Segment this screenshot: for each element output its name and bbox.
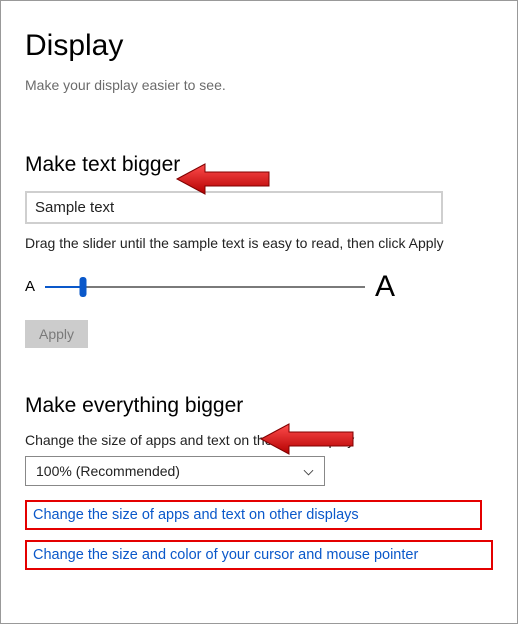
section-make-text-bigger: Make text bigger bbox=[25, 153, 493, 177]
link-highlight-box: Change the size of apps and text on othe… bbox=[25, 500, 482, 530]
text-size-slider[interactable] bbox=[45, 278, 365, 296]
scaling-label: Change the size of apps and text on the … bbox=[25, 432, 493, 448]
chevron-down-icon bbox=[303, 465, 314, 476]
slider-max-label: A bbox=[375, 270, 395, 304]
link-cursor-pointer[interactable]: Change the size and color of your cursor… bbox=[33, 547, 418, 563]
slider-fill bbox=[45, 286, 83, 288]
apply-button[interactable]: Apply bbox=[25, 320, 88, 348]
text-size-slider-row: A A bbox=[25, 270, 395, 304]
page-title: Display bbox=[25, 29, 493, 63]
link-other-displays[interactable]: Change the size of apps and text on othe… bbox=[33, 507, 359, 523]
slider-track bbox=[45, 286, 365, 288]
scaling-dropdown[interactable]: 100% (Recommended) bbox=[25, 456, 325, 486]
section-make-everything-bigger: Make everything bigger bbox=[25, 394, 493, 418]
page-subtitle: Make your display easier to see. bbox=[25, 77, 493, 93]
slider-thumb[interactable] bbox=[80, 277, 87, 297]
slider-min-label: A bbox=[25, 278, 35, 295]
slider-instructions: Drag the slider until the sample text is… bbox=[25, 234, 493, 254]
sample-text-preview: Sample text bbox=[25, 191, 443, 224]
link-highlight-box: Change the size and color of your cursor… bbox=[25, 540, 493, 570]
scaling-dropdown-value: 100% (Recommended) bbox=[36, 463, 180, 479]
